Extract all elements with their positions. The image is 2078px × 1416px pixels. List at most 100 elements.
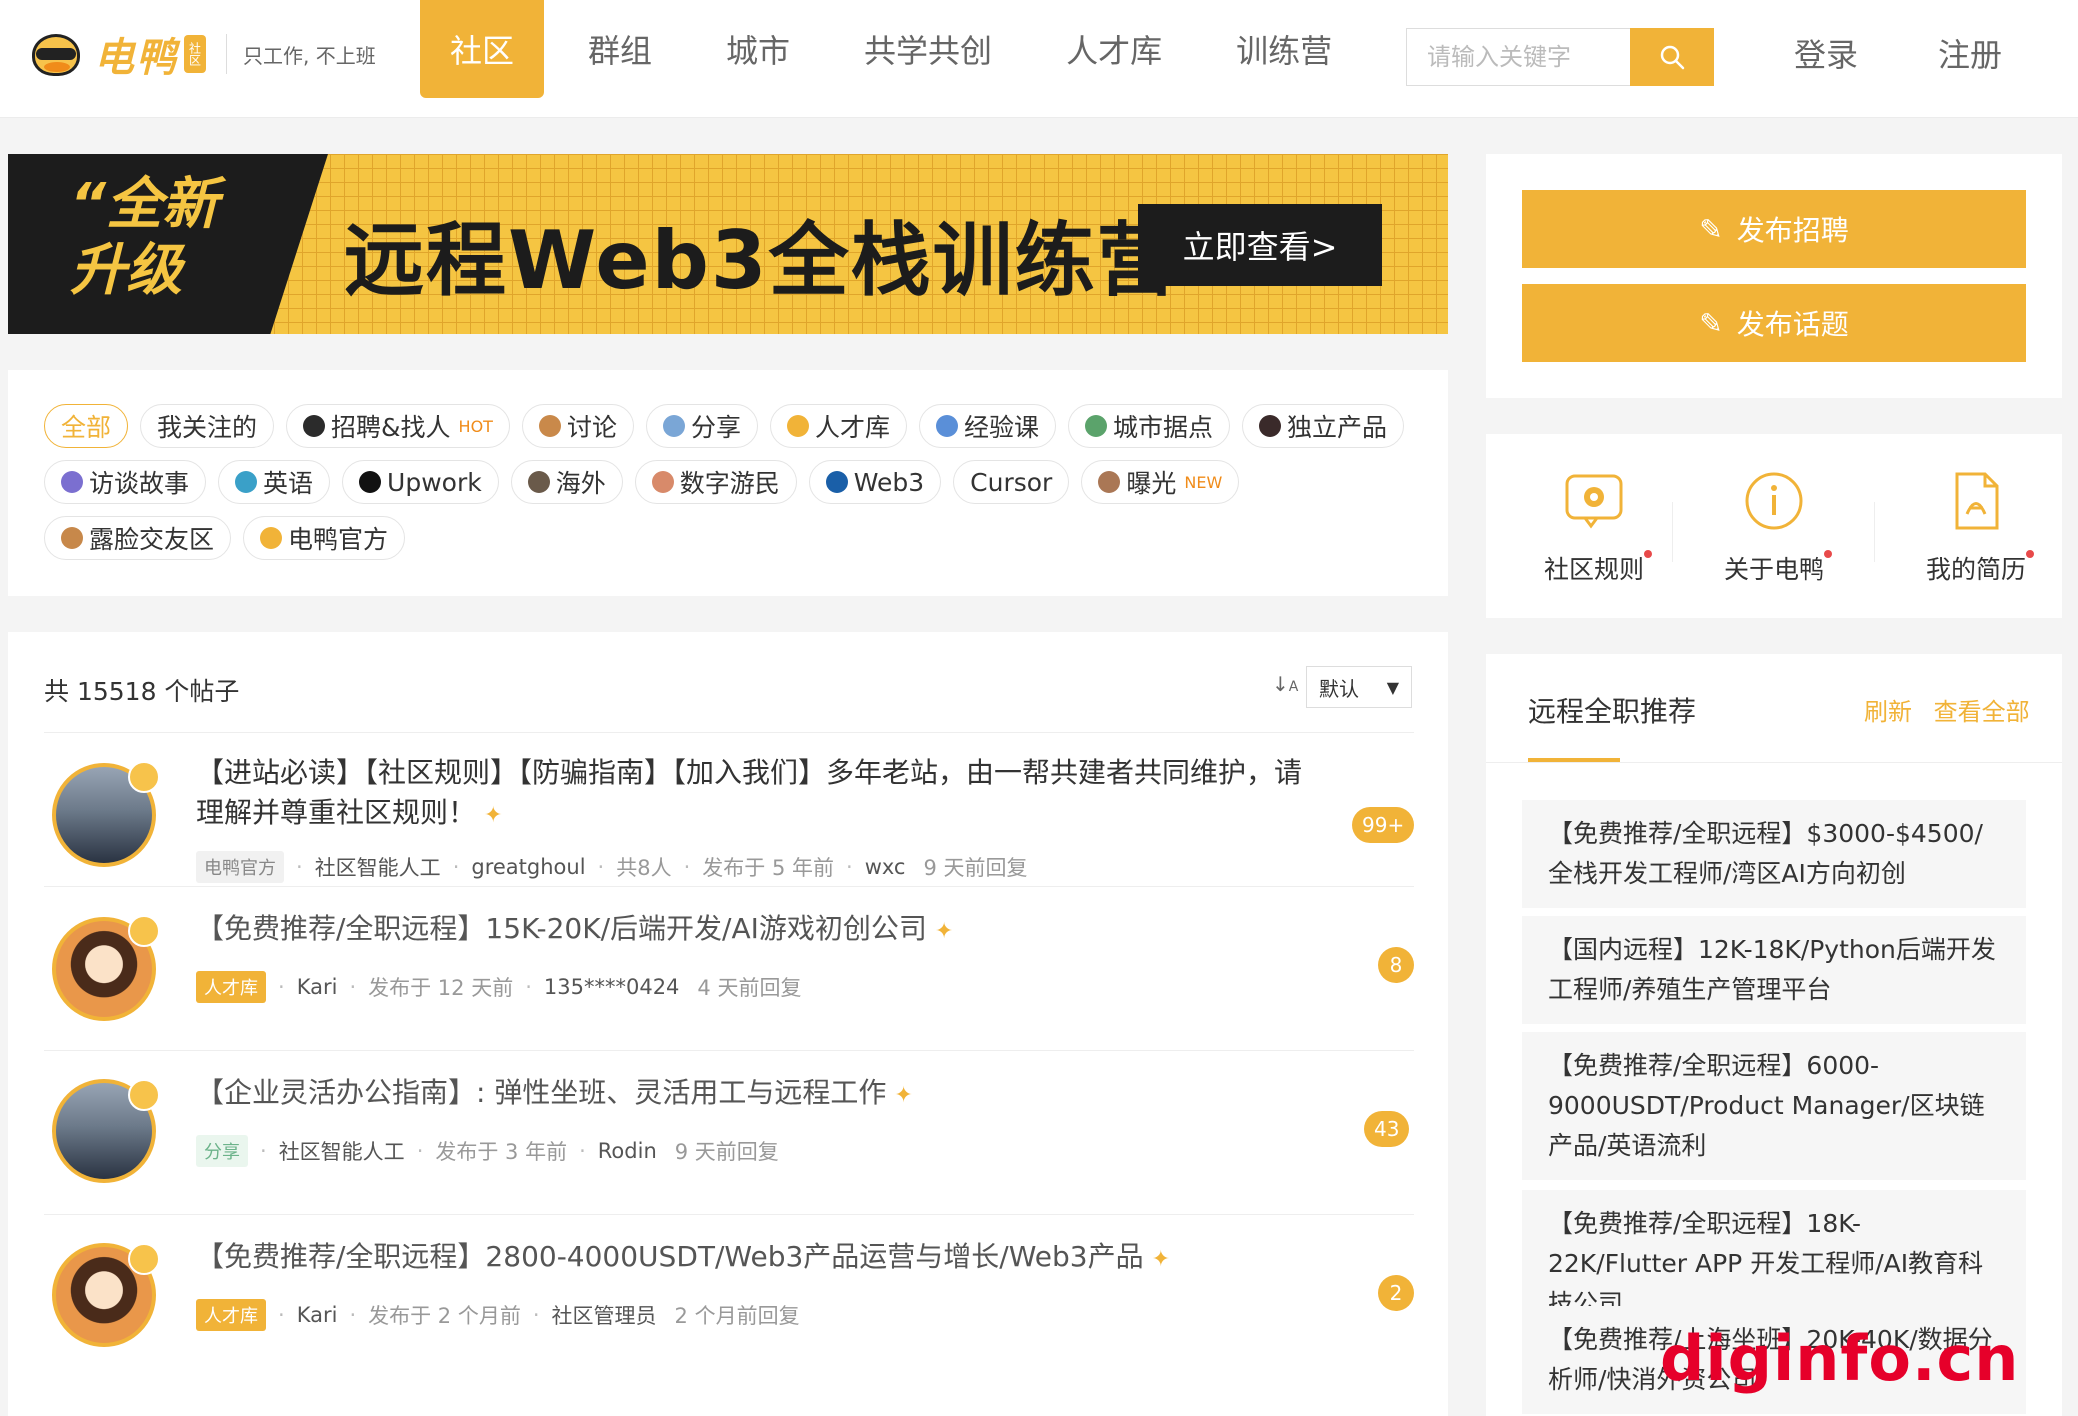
tag-chip[interactable]: 我关注的 xyxy=(140,404,275,448)
last-reply-user[interactable]: 社区管理员 xyxy=(552,1300,657,1330)
post-topic-button[interactable]: ✎ 发布话题 xyxy=(1522,284,2026,362)
tag-label: 分享 xyxy=(690,413,741,442)
nav-community[interactable]: 社区 xyxy=(420,0,545,98)
quick-about[interactable]: 关于电鸭 xyxy=(1694,470,1854,586)
nomad-icon xyxy=(651,471,674,493)
post-item[interactable]: 【进站必读】【社区规则】【防骗指南】【加入我们】多年老站，由一帮共建者共同维护，… xyxy=(44,732,1415,886)
post-job-button[interactable]: ✎ 发布招聘 xyxy=(1522,190,2026,268)
duck-badge-icon xyxy=(128,915,160,947)
site-logo[interactable]: 电鸭 社区 只工作, 不上班 xyxy=(28,26,376,82)
product-icon xyxy=(1259,415,1282,437)
register-link[interactable]: 注册 xyxy=(1938,30,2002,76)
post-item[interactable]: 【免费推荐/全职远程】15K-20K/后端开发/AI游戏初创公司 ✦ 人才库 · … xyxy=(44,886,1414,1050)
nav-colearn[interactable]: 共学共创 xyxy=(834,0,1022,98)
overseas-icon xyxy=(527,471,550,493)
category-chip[interactable]: 人才库 xyxy=(196,1299,266,1331)
post-item[interactable]: 【免费推荐/全职远程】2800-4000USDT/Web3产品运营与增长/Web… xyxy=(44,1214,1414,1378)
rec-item[interactable]: 【免费推荐/全职远程】6000-9000USDT/Product Manager… xyxy=(1522,1032,2026,1180)
nav-groups[interactable]: 群组 xyxy=(558,0,682,98)
category-chip[interactable]: 电鸭官方 xyxy=(196,851,284,883)
post-job-label: 发布招聘 xyxy=(1736,214,1849,247)
post-title[interactable]: 【免费推荐/全职远程】15K-20K/后端开发/AI游戏初创公司 ✦ xyxy=(196,909,1316,952)
post-item[interactable]: 【企业灵活办公指南】: 弹性坐班、灵活用工与远程工作 ✦ 分享 · 社区智能人工 … xyxy=(44,1050,1414,1214)
sort-icon[interactable]: ↓A xyxy=(1272,672,1298,696)
reply-count-badge: 2 xyxy=(1378,1275,1414,1311)
tag-chip[interactable]: Cursor xyxy=(953,460,1070,504)
slogan: 只工作, 不上班 xyxy=(243,43,376,68)
tag-label: Upwork xyxy=(387,467,482,497)
divider xyxy=(1486,762,2062,763)
share-icon xyxy=(662,415,685,437)
quick-rules[interactable]: 社区规则 xyxy=(1514,470,1674,586)
notification-dot xyxy=(1644,550,1652,558)
promo-banner[interactable]: “全新升级 远程Web3全栈训练营 立即查看> xyxy=(8,154,1448,334)
post-list: 共 15518 个帖子 ↓A 默认 ▼ 【进站必读】【社区规则】【防骗指南】【加… xyxy=(8,632,1448,1416)
search-icon xyxy=(1660,45,1685,70)
quick-about-label: 关于电鸭 xyxy=(1723,555,1824,584)
last-reply-time: 9 天前回复 xyxy=(674,1140,779,1164)
rec-item[interactable]: 【国内远程】12K-18K/Python后端开发工程师/养殖生产管理平台 xyxy=(1522,916,2026,1024)
search-input[interactable] xyxy=(1406,28,1630,86)
login-link[interactable]: 登录 xyxy=(1794,30,1858,76)
duck-icon xyxy=(260,527,283,549)
search-button[interactable] xyxy=(1630,28,1714,86)
author-name[interactable]: 社区智能人工 xyxy=(279,1136,405,1166)
post-title[interactable]: 【免费推荐/全职远程】2800-4000USDT/Web3产品运营与增长/Web… xyxy=(196,1237,1316,1280)
tag-badge: NEW xyxy=(1184,472,1223,492)
info-icon xyxy=(1745,472,1803,530)
quick-resume[interactable]: 我的简历 xyxy=(1896,470,2056,586)
recruit-icon xyxy=(303,415,326,437)
tag-chip[interactable]: 人才库 xyxy=(769,404,907,448)
nav-talent[interactable]: 人才库 xyxy=(1036,0,1192,98)
last-reply-user[interactable]: wxc xyxy=(865,855,906,879)
last-reply-time: 9 天前回复 xyxy=(923,856,1028,880)
tag-chip[interactable]: Upwork xyxy=(342,460,499,504)
rec-title: 远程全职推荐 xyxy=(1528,695,1697,728)
tag-chip[interactable]: 全部 xyxy=(44,404,129,448)
tag-chip[interactable]: 英语 xyxy=(218,460,331,504)
pin-icon: ✦ xyxy=(484,803,503,828)
author-name[interactable]: 社区智能人工 xyxy=(315,852,441,882)
web3-icon xyxy=(825,471,848,493)
exposure-icon xyxy=(1098,471,1121,493)
rec-item[interactable]: 【免费推荐/全职远程】$3000-$4500/全栈开发工程师/湾区AI方向初创 xyxy=(1522,800,2026,908)
sort-select[interactable]: 默认 ▼ xyxy=(1306,666,1412,708)
duck-badge-icon xyxy=(128,1079,160,1111)
tag-chip[interactable]: 城市据点 xyxy=(1068,404,1231,448)
rec-view-all-link[interactable]: 查看全部 xyxy=(1934,698,2030,726)
tag-chip[interactable]: 数字游民 xyxy=(634,460,797,504)
published-time: 发布于 2 个月前 xyxy=(368,1304,521,1328)
tag-chip[interactable]: 分享 xyxy=(645,404,758,448)
tag-chip[interactable]: Web3 xyxy=(808,460,942,504)
nav-bootcamp[interactable]: 训练营 xyxy=(1206,0,1362,98)
tag-chip[interactable]: 讨论 xyxy=(521,404,634,448)
tag-chip[interactable]: 海外 xyxy=(510,460,623,504)
post-meta: 分享 · 社区智能人工 · 发布于 3 年前 · Rodin 9 天前回复 xyxy=(196,1135,779,1167)
watermark: diginfo.cn xyxy=(1660,1322,2020,1395)
last-reply-user[interactable]: 135****0424 xyxy=(544,975,680,999)
tag-chip[interactable]: 露脸交友区 xyxy=(44,516,232,560)
category-chip[interactable]: 人才库 xyxy=(196,971,266,1003)
category-chip[interactable]: 分享 xyxy=(196,1135,248,1167)
category-tags: 全部 我关注的 招聘&找人 HOT 讨论 分享 人才库 经验课 城市据点 独立产品访谈故事 英语 Up… xyxy=(44,404,1424,572)
tag-chip[interactable]: 访谈故事 xyxy=(44,460,207,504)
reply-count-badge: 99+ xyxy=(1352,807,1415,843)
tag-label: 我关注的 xyxy=(157,413,258,442)
banner-button[interactable]: 立即查看> xyxy=(1138,204,1382,286)
nav-cities[interactable]: 城市 xyxy=(696,0,820,98)
author-name[interactable]: Kari xyxy=(297,975,338,999)
tag-chip[interactable]: 经验课 xyxy=(918,404,1056,448)
tag-chip[interactable]: 独立产品 xyxy=(1242,404,1405,448)
coauthor-name[interactable]: greatghoul xyxy=(471,855,585,879)
notification-dot xyxy=(2026,550,2034,558)
last-reply-user[interactable]: Rodin xyxy=(598,1139,657,1163)
post-title[interactable]: 【企业灵活办公指南】: 弹性坐班、灵活用工与远程工作 ✦ xyxy=(196,1073,1316,1116)
rec-refresh-link[interactable]: 刷新 xyxy=(1864,698,1912,726)
tag-chip[interactable]: 招聘&找人 HOT xyxy=(286,404,510,448)
post-title[interactable]: 【进站必读】【社区规则】【防骗指南】【加入我们】多年老站，由一帮共建者共同维护，… xyxy=(196,753,1316,836)
divider xyxy=(1672,502,1673,562)
tag-chip[interactable]: 曝光 NEW xyxy=(1081,460,1240,504)
tag-chip[interactable]: 电鸭官方 xyxy=(243,516,406,560)
post-meta: 人才库 · Kari · 发布于 2 个月前 · 社区管理员 2 个月前回复 xyxy=(196,1299,800,1331)
author-name[interactable]: Kari xyxy=(297,1303,338,1327)
